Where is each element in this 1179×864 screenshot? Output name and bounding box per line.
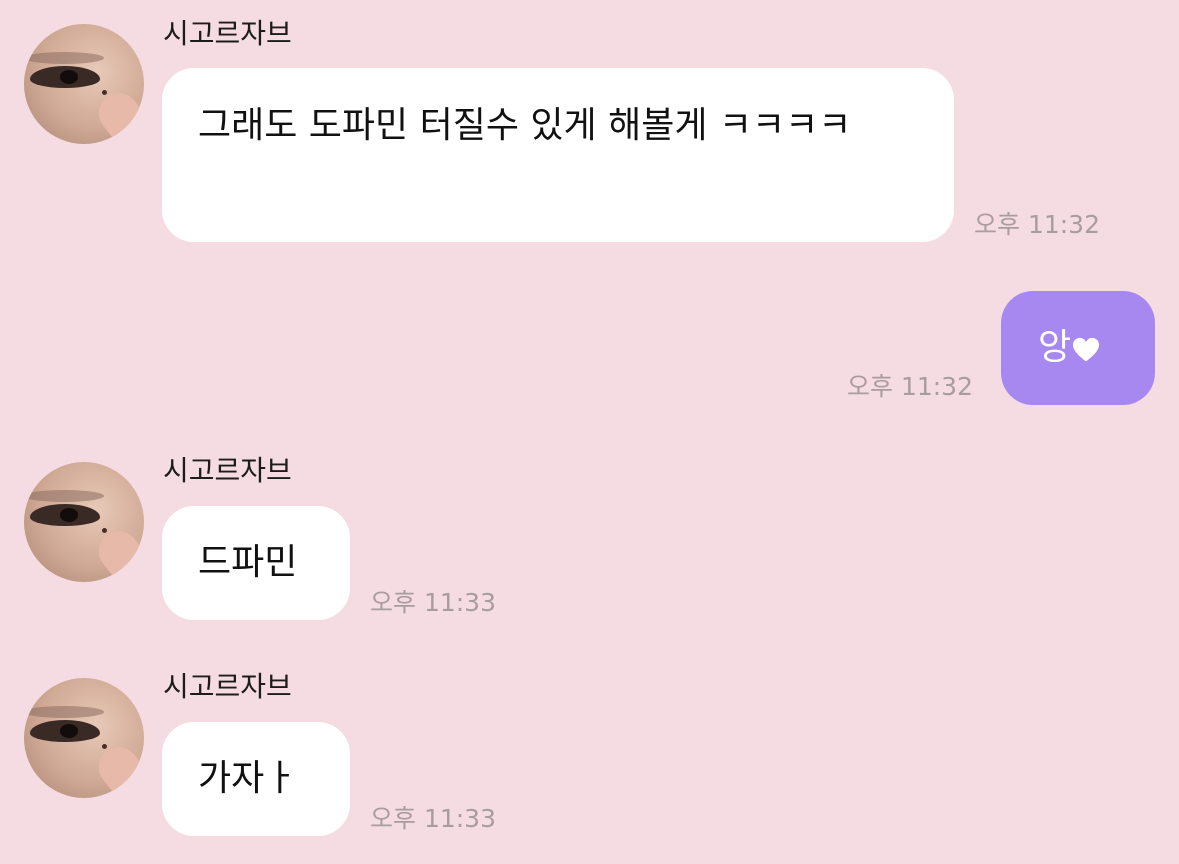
- message-text: 앙: [1038, 327, 1072, 368]
- avatar-photo-eye: [30, 504, 100, 526]
- sender-avatar[interactable]: [24, 678, 144, 798]
- sender-name: 시고르자브: [163, 670, 292, 703]
- message-timestamp: 오후 11:33: [370, 804, 496, 833]
- message-bubble-incoming[interactable]: 가자ㅏ: [162, 722, 350, 836]
- message-timestamp: 오후 11:33: [370, 588, 496, 617]
- message-bubble-incoming[interactable]: 드파민: [162, 506, 350, 620]
- sender-avatar[interactable]: [24, 462, 144, 582]
- avatar-photo-brow: [24, 52, 104, 64]
- sender-avatar[interactable]: [24, 24, 144, 144]
- avatar-photo-brow: [24, 490, 104, 502]
- message-bubble-outgoing[interactable]: 앙: [1001, 291, 1155, 405]
- message-timestamp: 오후 11:32: [974, 210, 1100, 239]
- avatar-photo-eye: [30, 66, 100, 88]
- avatar-photo-mole: [102, 528, 107, 533]
- avatar-photo-mole: [102, 744, 107, 749]
- avatar-photo-brow: [24, 706, 104, 718]
- avatar-photo-mole: [102, 90, 107, 95]
- message-text: 가자ㅏ: [198, 758, 298, 799]
- sender-name: 시고르자브: [163, 454, 292, 487]
- avatar-photo-finger: [90, 85, 144, 144]
- sender-name: 시고르자브: [163, 17, 292, 50]
- white-heart-icon: [1073, 337, 1100, 362]
- message-text: 드파민: [198, 542, 298, 583]
- message-bubble-incoming[interactable]: 그래도 도파민 터질수 있게 해볼게 ㅋㅋㅋㅋ: [162, 68, 954, 242]
- message-timestamp: 오후 11:32: [847, 372, 973, 401]
- avatar-photo-finger: [90, 739, 144, 798]
- message-text: 그래도 도파민 터질수 있게 해볼게 ㅋㅋㅋㅋ: [198, 105, 852, 146]
- avatar-photo-eye: [30, 720, 100, 742]
- avatar-photo-finger: [90, 523, 144, 582]
